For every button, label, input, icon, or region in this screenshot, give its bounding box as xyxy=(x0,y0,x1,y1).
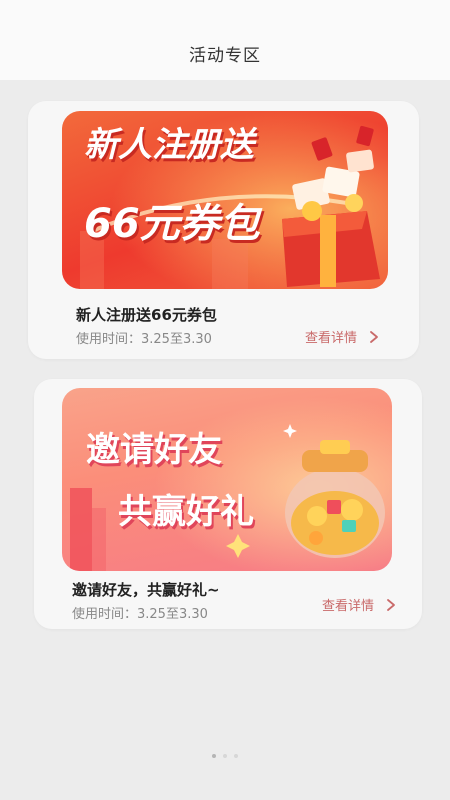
chevron-right-icon xyxy=(387,598,395,611)
page-indicator-dot[interactable] xyxy=(234,754,238,758)
banner-illustration xyxy=(62,388,392,571)
view-details-label: 查看详情 xyxy=(321,599,374,614)
view-details-link[interactable]: 查看详情 xyxy=(305,327,381,346)
banner-headline-line2: 66元券包 xyxy=(84,201,260,247)
banner-headline-line2: 共赢好礼 xyxy=(118,492,254,532)
activity-card-new-user[interactable]: 新人注册送 66元券包 新人注册送66元券包 使用时间：3.25至3.30 查看… xyxy=(28,101,419,359)
page-indicator-dot[interactable] xyxy=(212,754,216,758)
card-time: 使用时间：3.25至3.30 xyxy=(72,607,208,622)
banner-headline-line1: 新人注册送 xyxy=(84,125,254,165)
card-time: 使用时间：3.25至3.30 xyxy=(76,332,212,347)
top-bar: 活动专区 xyxy=(0,0,450,80)
card-title: 邀请好友，共赢好礼~ xyxy=(72,581,220,599)
page-title: 活动专区 xyxy=(189,46,261,66)
page-indicator xyxy=(0,754,450,758)
banner-headline-line1: 邀请好友 xyxy=(86,430,222,470)
activity-banner-image[interactable]: 邀请好友 共赢好礼 xyxy=(62,388,392,571)
view-details-label: 查看详情 xyxy=(304,331,357,346)
activity-card-invite-friends[interactable]: 邀请好友 共赢好礼 邀请好友，共赢好礼~ 使用时间：3.25至3.30 查看详情 xyxy=(34,379,422,629)
chevron-right-icon xyxy=(370,330,378,343)
view-details-link[interactable]: 查看详情 xyxy=(322,595,398,614)
page-indicator-dot[interactable] xyxy=(223,754,227,758)
card-title: 新人注册送66元券包 xyxy=(76,306,217,324)
activity-banner-image[interactable]: 新人注册送 66元券包 xyxy=(62,111,388,289)
